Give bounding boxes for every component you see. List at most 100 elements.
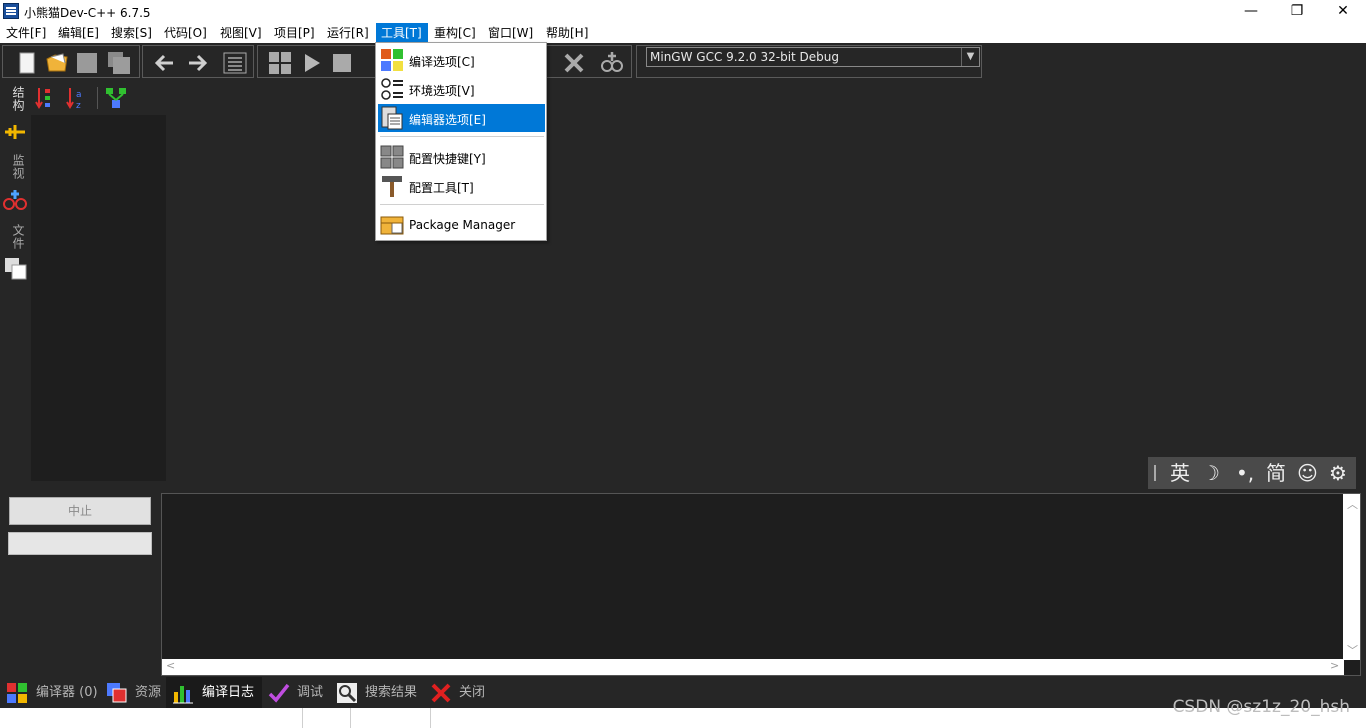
svg-text:a: a bbox=[76, 90, 82, 100]
compile-log[interactable]: ︿ ﹀ < > bbox=[161, 493, 1361, 676]
menu-search[interactable]: 搜索[S] bbox=[106, 23, 157, 43]
tab-files[interactable]: 文件 bbox=[10, 224, 27, 250]
bar-chart-icon bbox=[173, 686, 193, 704]
menu-compiler-options[interactable]: 编译选项[C] bbox=[378, 46, 545, 74]
files-copy-icon[interactable] bbox=[4, 257, 28, 281]
moon-icon[interactable]: ☽ bbox=[1202, 460, 1220, 486]
ime-script[interactable]: 简 bbox=[1266, 460, 1286, 486]
compiler-set-select[interactable]: MinGW GCC 9.2.0 32-bit Debug ▼ bbox=[646, 47, 980, 67]
sort-alpha-icon[interactable]: az bbox=[66, 86, 88, 110]
environment-options-icon bbox=[381, 78, 403, 100]
open-folder-icon[interactable] bbox=[45, 51, 69, 75]
compiler-grid-icon bbox=[7, 683, 27, 703]
menu-run[interactable]: 运行[R] bbox=[322, 23, 374, 43]
scroll-down-icon[interactable]: ﹀ bbox=[1347, 642, 1358, 658]
menu-file[interactable]: 文件[F] bbox=[1, 23, 51, 43]
format-text-icon[interactable] bbox=[223, 51, 247, 75]
menu-configure-shortcuts-label: 配置快捷键[Y] bbox=[409, 152, 486, 166]
menu-project[interactable]: 项目[P] bbox=[269, 23, 320, 43]
toolbar-nav-group bbox=[142, 45, 254, 78]
compiler-options-icon bbox=[381, 49, 403, 71]
compile-grid-icon[interactable] bbox=[268, 51, 292, 75]
menu-editor-options[interactable]: 编辑器选项[E] bbox=[378, 104, 545, 132]
emoji-icon[interactable]: ☺ bbox=[1297, 460, 1318, 486]
toolbar-divider bbox=[97, 87, 98, 109]
tab-close-label: 关闭 bbox=[459, 685, 486, 700]
resource-icon bbox=[107, 683, 127, 703]
window-title: 小熊猫Dev-C++ 6.7.5 bbox=[24, 6, 151, 20]
close-button[interactable]: ✕ bbox=[1320, 0, 1366, 23]
watch-glasses-icon[interactable] bbox=[3, 188, 27, 212]
menu-configure-shortcuts[interactable]: 配置快捷键[Y] bbox=[378, 143, 545, 171]
shortcut-config-icon bbox=[380, 145, 404, 169]
arrow-forward-icon[interactable] bbox=[185, 51, 209, 75]
tab-close[interactable]: 关闭 bbox=[424, 677, 490, 708]
stop-button[interactable]: 中止 bbox=[9, 497, 151, 525]
ime-drag-handle[interactable] bbox=[1154, 465, 1156, 481]
debug-glasses-icon[interactable] bbox=[600, 51, 624, 75]
checkmark-icon bbox=[268, 683, 290, 703]
compiler-set-value: MinGW GCC 9.2.0 32-bit Debug bbox=[650, 50, 840, 64]
restore-button[interactable]: ❐ bbox=[1274, 0, 1320, 23]
tab-compile-log-label: 编译日志 bbox=[202, 685, 255, 700]
add-watch-icon[interactable] bbox=[4, 123, 26, 141]
tab-compile-log[interactable]: 编译日志 bbox=[166, 677, 262, 708]
menu-view[interactable]: 视图[V] bbox=[215, 23, 267, 43]
menu-environment-options-label: 环境选项[V] bbox=[409, 84, 475, 98]
save-icon[interactable] bbox=[75, 51, 99, 75]
tools-menu-dropdown: 编译选项[C] 环境选项[V] 编辑器选项[E] 配置快捷键[Y] 配置工具[T… bbox=[375, 42, 547, 241]
close-x-icon bbox=[431, 683, 451, 703]
tab-search-results-label: 搜索结果 bbox=[365, 685, 418, 700]
app-icon bbox=[3, 3, 19, 19]
menu-edit[interactable]: 编辑[E] bbox=[53, 23, 104, 43]
arrow-back-icon[interactable] bbox=[153, 51, 177, 75]
run-icon[interactable] bbox=[300, 51, 324, 75]
chevron-down-icon[interactable]: ▼ bbox=[961, 48, 979, 66]
scroll-right-icon[interactable]: > bbox=[1330, 659, 1339, 672]
menu-tools[interactable]: 工具[T] bbox=[376, 23, 428, 43]
svg-text:z: z bbox=[76, 101, 81, 110]
status-divider bbox=[430, 708, 431, 728]
menu-compiler-options-label: 编译选项[C] bbox=[409, 55, 475, 69]
search-result-icon bbox=[337, 683, 357, 703]
menu-environment-options[interactable]: 环境选项[V] bbox=[378, 75, 545, 103]
tab-compiler[interactable]: 编译器 (0) bbox=[0, 677, 100, 708]
title-bar: 小熊猫Dev-C++ 6.7.5 — ❐ ✕ bbox=[0, 0, 1366, 23]
stop-square-icon[interactable] bbox=[330, 51, 354, 75]
log-horizontal-scrollbar[interactable]: < > bbox=[162, 659, 1344, 675]
show-inherited-icon[interactable] bbox=[105, 86, 127, 110]
tab-resources[interactable]: 资源 bbox=[100, 677, 166, 708]
menu-configure-tools-label: 配置工具[T] bbox=[409, 181, 474, 195]
tab-debug-label: 调试 bbox=[297, 685, 324, 700]
menu-window[interactable]: 窗口[W] bbox=[483, 23, 538, 43]
tab-watch[interactable]: 监视 bbox=[10, 154, 27, 180]
scroll-up-icon[interactable]: ︿ bbox=[1347, 496, 1358, 512]
menu-help[interactable]: 帮助[H] bbox=[541, 23, 593, 43]
save-all-icon[interactable] bbox=[107, 51, 131, 75]
tab-search-results[interactable]: 搜索结果 bbox=[330, 677, 424, 708]
punctuation-icon[interactable]: •, bbox=[1236, 460, 1254, 486]
menu-separator bbox=[380, 204, 544, 205]
tab-debug[interactable]: 调试 bbox=[262, 677, 330, 708]
compile-progress bbox=[8, 532, 152, 555]
hammer-icon bbox=[382, 176, 402, 197]
ime-toolbar: 英 ☽ •, 简 ☺ ⚙ bbox=[1148, 457, 1356, 489]
ime-language[interactable]: 英 bbox=[1170, 460, 1190, 486]
tab-structure[interactable]: 结构 bbox=[10, 86, 27, 112]
delete-x-icon[interactable] bbox=[562, 51, 586, 75]
status-divider bbox=[350, 708, 351, 728]
menu-package-manager[interactable]: Package Manager bbox=[378, 211, 545, 239]
log-vertical-scrollbar[interactable]: ︿ ﹀ bbox=[1343, 494, 1360, 660]
menu-refactor[interactable]: 重构[C] bbox=[429, 23, 481, 43]
menu-code[interactable]: 代码[O] bbox=[159, 23, 212, 43]
minimize-button[interactable]: — bbox=[1228, 0, 1274, 23]
scroll-left-icon[interactable]: < bbox=[166, 659, 175, 672]
package-manager-icon bbox=[380, 216, 404, 235]
gear-icon[interactable]: ⚙ bbox=[1329, 460, 1347, 486]
new-file-icon[interactable] bbox=[15, 51, 39, 75]
sort-type-icon[interactable] bbox=[35, 86, 55, 110]
watermark: CSDN @sz1z_20_hsh bbox=[1172, 697, 1350, 717]
structure-panel[interactable] bbox=[31, 115, 166, 481]
menu-separator bbox=[380, 136, 544, 137]
menu-configure-tools[interactable]: 配置工具[T] bbox=[378, 172, 545, 200]
